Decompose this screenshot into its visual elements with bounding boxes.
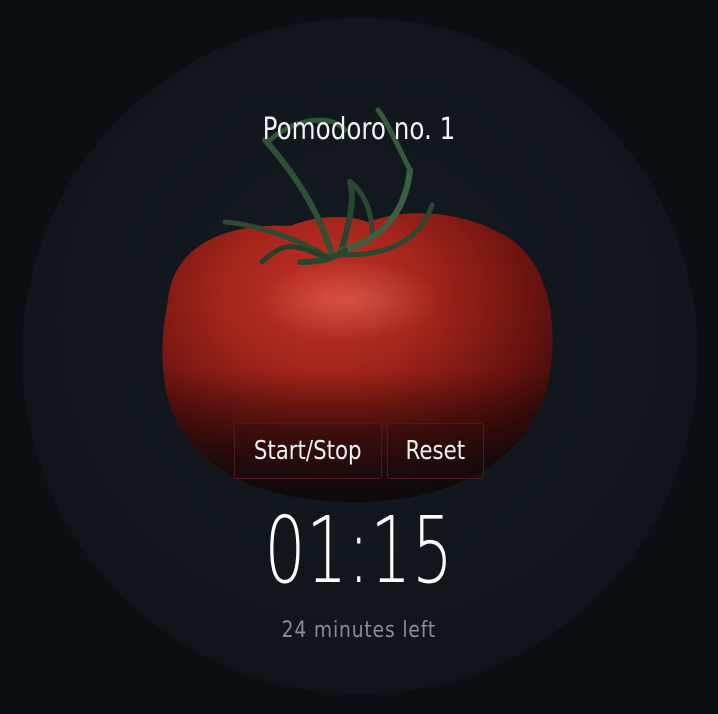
start-stop-button[interactable]: Start/Stop	[234, 423, 382, 479]
timer-controls: Start/Stop Reset	[234, 423, 494, 479]
tomato-image	[162, 107, 553, 503]
reset-label: Reset	[405, 436, 466, 466]
timer-display: 01:15	[0, 496, 718, 606]
reset-button[interactable]: Reset	[387, 423, 484, 479]
time-remaining-text: 24 minutes left	[281, 618, 437, 643]
timer-value: 01:15	[264, 497, 454, 604]
time-remaining: 24 minutes left	[0, 618, 718, 643]
session-title: Pomodoro no. 1	[262, 112, 456, 147]
start-stop-label: Start/Stop	[254, 436, 362, 466]
pomodoro-app: Pomodoro no. 1 Start/Stop Reset 01:15 24…	[0, 0, 718, 714]
